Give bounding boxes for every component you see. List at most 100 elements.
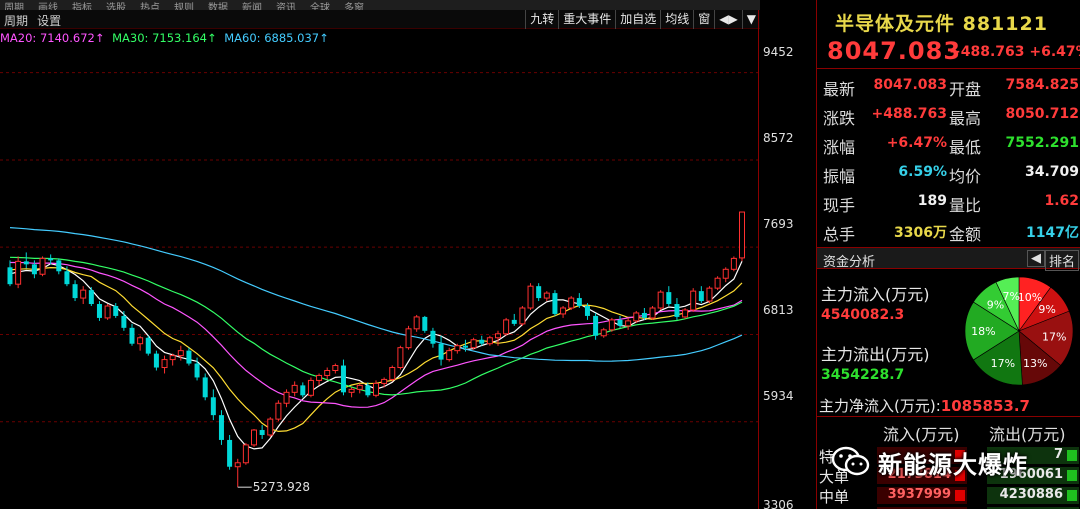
major-events-button[interactable]: 重大事件 <box>558 10 615 29</box>
candle-body <box>430 330 436 344</box>
candle-body <box>15 260 22 285</box>
quote-value: 8050.712 <box>1005 106 1079 122</box>
toolbar-right: 九转 重大事件 加自选 均线 窗 ◀▶ ▼ <box>525 10 760 29</box>
main-inflow-value: 4540082.3 <box>821 307 905 323</box>
period-button[interactable]: 周期 <box>4 14 28 28</box>
candle-body <box>682 309 689 318</box>
quote-row: 最新 8047.083 开盘 7584.825 <box>821 71 1079 100</box>
candle-body <box>373 382 379 396</box>
candle-body <box>291 384 298 393</box>
ranking-tab[interactable]: 排名 <box>1045 250 1080 271</box>
fund-pie-chart: 10%9%17%13%17%18%9%7% <box>964 276 1074 386</box>
candle-body <box>641 312 647 318</box>
candle-body <box>251 429 257 446</box>
quote-row: 振幅 6.59% 均价 34.709 <box>821 158 1079 187</box>
ma5-line <box>9 260 743 450</box>
candle-body <box>267 418 274 436</box>
quote-value: 1.62 <box>1044 193 1079 209</box>
candle-body <box>234 462 241 468</box>
fund-analysis-header: 资金分析 ◀ 排名 <box>817 247 1080 271</box>
quote-value: 3306万 <box>894 225 947 241</box>
quote-label: 涨跌 <box>823 109 856 128</box>
candle-body <box>706 287 713 302</box>
quote-value: 6.59% <box>898 164 947 180</box>
window-button[interactable]: 窗 <box>693 10 714 29</box>
candle-body <box>210 397 216 416</box>
candle-body <box>666 292 672 305</box>
y-tick-label: 3306 <box>763 498 794 509</box>
main-inflow-label: 主力流入(万元) <box>821 285 930 304</box>
inflow-bar <box>955 490 965 501</box>
pie-slice-label: 18% <box>971 325 995 338</box>
quote-label: 开盘 <box>949 80 982 99</box>
candle-body <box>714 277 721 289</box>
pie-slice-label: 9% <box>1038 303 1055 316</box>
candle-body <box>56 260 62 272</box>
candle-body <box>39 257 46 275</box>
main-outflow-value: 3454228.7 <box>821 367 905 383</box>
candle-body <box>413 316 420 330</box>
candle-body <box>722 268 729 279</box>
inflow-cell: 3937999 <box>877 487 967 504</box>
candle-body <box>608 319 615 331</box>
candlestick-chart[interactable]: 5273.928 <box>0 29 758 509</box>
candle-body <box>7 267 13 285</box>
settings-button[interactable]: 设置 <box>37 14 61 28</box>
candle-body <box>88 290 94 305</box>
candle-body <box>503 319 510 335</box>
wechat-logo-icon <box>831 446 870 478</box>
net-inflow-value: 1085853.7 <box>940 397 1030 415</box>
quote-value: 34.709 <box>1024 164 1079 180</box>
candle-body <box>584 306 590 316</box>
ma30-line <box>9 256 743 396</box>
candle-body <box>31 264 37 275</box>
candle-body <box>617 319 623 326</box>
main-outflow-label: 主力流出(万元) <box>821 345 930 364</box>
candle-body <box>389 367 396 380</box>
nine-turn-button[interactable]: 九转 <box>525 10 558 29</box>
prev-tab-icon[interactable]: ◀ <box>1027 250 1045 267</box>
candle-body <box>422 316 428 331</box>
price-change: +488.763 +6.47% <box>949 44 1080 60</box>
candle-body <box>324 369 331 376</box>
candle-body <box>129 327 135 344</box>
low-price-label: 5273.928 <box>253 480 310 494</box>
moving-average-button[interactable]: 均线 <box>660 10 693 29</box>
candle-body <box>96 304 102 318</box>
candle-body <box>479 339 485 344</box>
candle-body <box>153 353 159 368</box>
candle-body <box>177 350 184 357</box>
candle-body <box>161 359 168 369</box>
candle-body <box>405 328 412 349</box>
quote-row: 现手 189 量比 1.62 <box>821 187 1079 216</box>
candle-body <box>739 211 745 259</box>
candle-body <box>633 312 640 322</box>
candle-body <box>552 293 558 314</box>
candle-body <box>348 388 355 393</box>
candle-body <box>259 430 265 435</box>
quote-label: 均价 <box>949 167 982 186</box>
quote-value: 7584.825 <box>1005 77 1079 93</box>
quote-label: 总手 <box>823 225 856 244</box>
candle-body <box>186 350 192 364</box>
add-watchlist-button[interactable]: 加自选 <box>615 10 660 29</box>
candle-body <box>227 439 233 467</box>
candle-body <box>332 365 339 371</box>
pie-slice-label: 17% <box>991 357 1015 370</box>
quote-value: 1147亿 <box>1026 225 1079 241</box>
candle-body <box>300 385 306 396</box>
watermark-text: 新能源大爆炸 <box>878 450 1028 479</box>
candle-body <box>690 290 697 311</box>
top-menubar: 周期 画线 指标 选股 热点 规则 数据 新闻 资讯 全球 多窗 <box>0 0 760 10</box>
pan-arrows-icon[interactable]: ◀▶ <box>714 10 741 29</box>
candle-body <box>365 385 371 396</box>
candle-body <box>307 379 314 396</box>
candle-body <box>194 363 200 378</box>
candle-body <box>340 365 346 393</box>
quote-label: 最低 <box>949 138 982 157</box>
candle-body <box>446 350 453 361</box>
quote-panel: 半导体及元件 881121 8047.083 +488.763 +6.47% 最… <box>816 0 1080 509</box>
order-size-row: 中单 3937999 4230886 <box>817 486 1080 506</box>
quote-label: 现手 <box>823 196 856 215</box>
y-tick-label: 9452 <box>763 45 794 59</box>
